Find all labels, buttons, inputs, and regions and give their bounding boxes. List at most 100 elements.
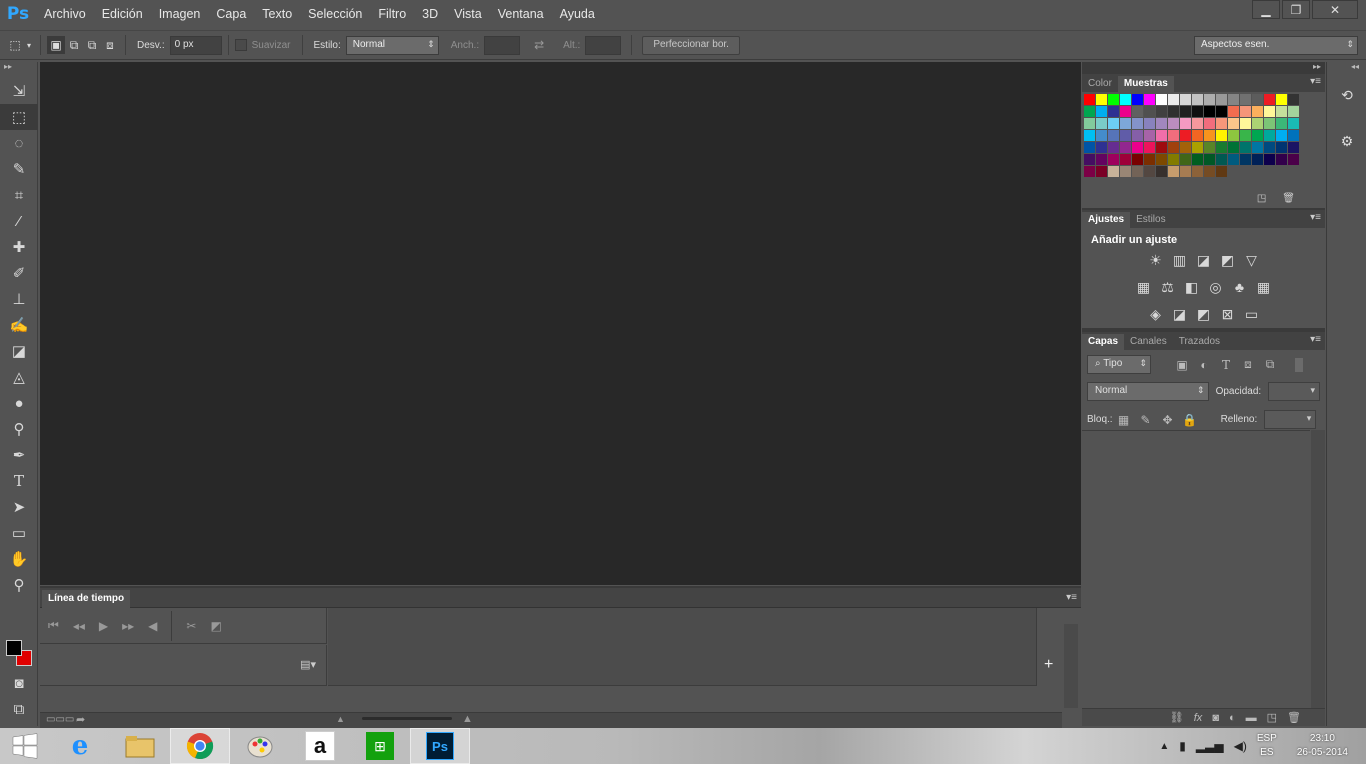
file-explorer-icon[interactable] <box>110 728 170 764</box>
color-swatch[interactable] <box>1240 94 1251 105</box>
color-swatch[interactable] <box>1288 94 1299 105</box>
color-swatch[interactable] <box>1204 106 1215 117</box>
screen-mode-icon[interactable]: ⧉ <box>0 696 38 722</box>
color-swatch[interactable] <box>1168 106 1179 117</box>
width-input[interactable] <box>484 35 521 55</box>
style-select[interactable]: Normal <box>345 35 439 55</box>
color-swatch[interactable] <box>1264 142 1275 153</box>
properties-panel-icon[interactable]: ⚙ <box>1327 126 1366 156</box>
black-white-icon[interactable]: ◧ <box>1184 279 1200 296</box>
history-panel-icon[interactable]: ⟲ <box>1327 80 1366 110</box>
volume-icon[interactable]: ◀) <box>1234 739 1247 753</box>
quick-mask-icon[interactable]: ◙ <box>0 670 38 696</box>
language-indicator[interactable]: ESP ES <box>1257 732 1277 760</box>
eyedropper-tool-icon[interactable]: ⁄ <box>0 208 38 234</box>
panel-menu-icon[interactable]: ▾≡ <box>1066 592 1077 603</box>
color-swatch[interactable] <box>1144 130 1155 141</box>
color-swatch[interactable] <box>1264 106 1275 117</box>
color-swatch[interactable] <box>1108 130 1119 141</box>
color-swatch[interactable] <box>1156 166 1167 177</box>
document-area[interactable] <box>40 62 1081 585</box>
transition-icon[interactable]: ◩ <box>210 619 221 633</box>
collapse-icon[interactable]: ◂◂ <box>1327 62 1366 72</box>
color-swatch[interactable] <box>1144 142 1155 153</box>
refine-edge-button[interactable]: Perfeccionar bor. <box>642 35 740 55</box>
color-swatch[interactable] <box>1264 130 1275 141</box>
color-swatch[interactable] <box>1216 106 1227 117</box>
go-to-first-icon[interactable]: ⏮ <box>48 618 59 633</box>
tab-color[interactable]: Color <box>1082 76 1118 92</box>
color-swatch[interactable] <box>1144 106 1155 117</box>
color-swatch[interactable] <box>1192 142 1203 153</box>
tab-swatches[interactable]: Muestras <box>1117 76 1174 92</box>
type-tool-icon[interactable]: T <box>0 468 38 494</box>
color-swatch[interactable] <box>1216 94 1227 105</box>
color-swatch[interactable] <box>1228 118 1239 129</box>
crop-tool-icon[interactable]: ⌗ <box>0 182 38 208</box>
clock[interactable]: 23:10 26-05-2014 <box>1297 732 1348 760</box>
color-swatch[interactable] <box>1252 106 1263 117</box>
menu-ayuda[interactable]: Ayuda <box>552 0 603 28</box>
color-swatch[interactable] <box>1228 154 1239 165</box>
color-swatch[interactable] <box>1252 154 1263 165</box>
color-swatch[interactable] <box>1108 106 1119 117</box>
foreground-color-swatch[interactable] <box>6 640 22 656</box>
marquee-tool-icon[interactable]: ⬚ <box>0 104 38 130</box>
film-strip-icon[interactable]: ▤▾ <box>300 658 316 671</box>
color-swatch[interactable] <box>1120 166 1131 177</box>
new-selection-icon[interactable]: ▣ <box>47 36 65 54</box>
selective-color-icon[interactable]: ⊠ <box>1220 306 1236 323</box>
menu-ventana[interactable]: Ventana <box>490 0 552 28</box>
hand-tool-icon[interactable]: ✋ <box>0 546 38 572</box>
windows-start-icon[interactable] <box>0 728 50 764</box>
filter-toggle[interactable] <box>1295 357 1303 372</box>
color-swatch[interactable] <box>1132 106 1143 117</box>
internet-explorer-icon[interactable]: e <box>50 728 110 764</box>
tab-channels[interactable]: Canales <box>1124 334 1173 350</box>
color-swatch[interactable] <box>1132 118 1143 129</box>
color-swatch[interactable] <box>1204 142 1215 153</box>
rectangle-tool-icon[interactable]: ▭ <box>0 520 38 546</box>
lock-all-icon[interactable]: 🔒 <box>1179 413 1201 427</box>
render-icon[interactable]: ➦ <box>76 713 85 726</box>
color-swatch[interactable] <box>1168 130 1179 141</box>
previous-frame-icon[interactable]: ◂◂ <box>73 619 85 633</box>
color-swatch[interactable] <box>1276 118 1287 129</box>
color-swatch[interactable] <box>1192 94 1203 105</box>
color-swatch[interactable] <box>1096 94 1107 105</box>
paint-bucket-tool-icon[interactable]: ◬ <box>0 364 38 390</box>
color-swatch[interactable] <box>1216 154 1227 165</box>
lasso-tool-icon[interactable]: ◌ <box>0 130 38 156</box>
color-swatch[interactable] <box>1096 166 1107 177</box>
blur-tool-icon[interactable]: ● <box>0 390 38 416</box>
menu-3d[interactable]: 3D <box>414 0 446 28</box>
color-swatch[interactable] <box>1168 166 1179 177</box>
color-swatch[interactable] <box>1276 130 1287 141</box>
color-swatch[interactable] <box>1084 106 1095 117</box>
minimize-button[interactable]: ▁ <box>1252 0 1280 19</box>
healing-brush-tool-icon[interactable]: ✚ <box>0 234 38 260</box>
color-swatch[interactable] <box>1252 94 1263 105</box>
color-swatch[interactable] <box>1132 166 1143 177</box>
color-swatch[interactable] <box>1192 130 1203 141</box>
color-swatch[interactable] <box>1120 118 1131 129</box>
color-swatch[interactable] <box>1168 154 1179 165</box>
photoshop-logo-icon[interactable]: Ps <box>0 0 36 28</box>
new-group-icon[interactable]: ▬ <box>1246 712 1257 724</box>
color-swatch[interactable] <box>1228 130 1239 141</box>
color-swatch[interactable] <box>1096 118 1107 129</box>
color-swatch[interactable] <box>1216 130 1227 141</box>
posterize-icon[interactable]: ◪ <box>1172 306 1188 323</box>
photo-filter-icon[interactable]: ◎ <box>1208 279 1224 296</box>
color-swatch[interactable] <box>1108 94 1119 105</box>
color-swatch[interactable] <box>1096 154 1107 165</box>
color-swatch[interactable] <box>1276 106 1287 117</box>
color-swatch[interactable] <box>1228 94 1239 105</box>
path-selection-tool-icon[interactable]: ➤ <box>0 494 38 520</box>
opacity-input[interactable] <box>1268 382 1320 401</box>
color-swatch[interactable] <box>1252 142 1263 153</box>
color-swatch[interactable] <box>1120 106 1131 117</box>
workspace-select[interactable]: Aspectos esen. <box>1194 35 1358 55</box>
blend-mode-select[interactable]: Normal <box>1087 382 1209 401</box>
color-swatch[interactable] <box>1096 106 1107 117</box>
